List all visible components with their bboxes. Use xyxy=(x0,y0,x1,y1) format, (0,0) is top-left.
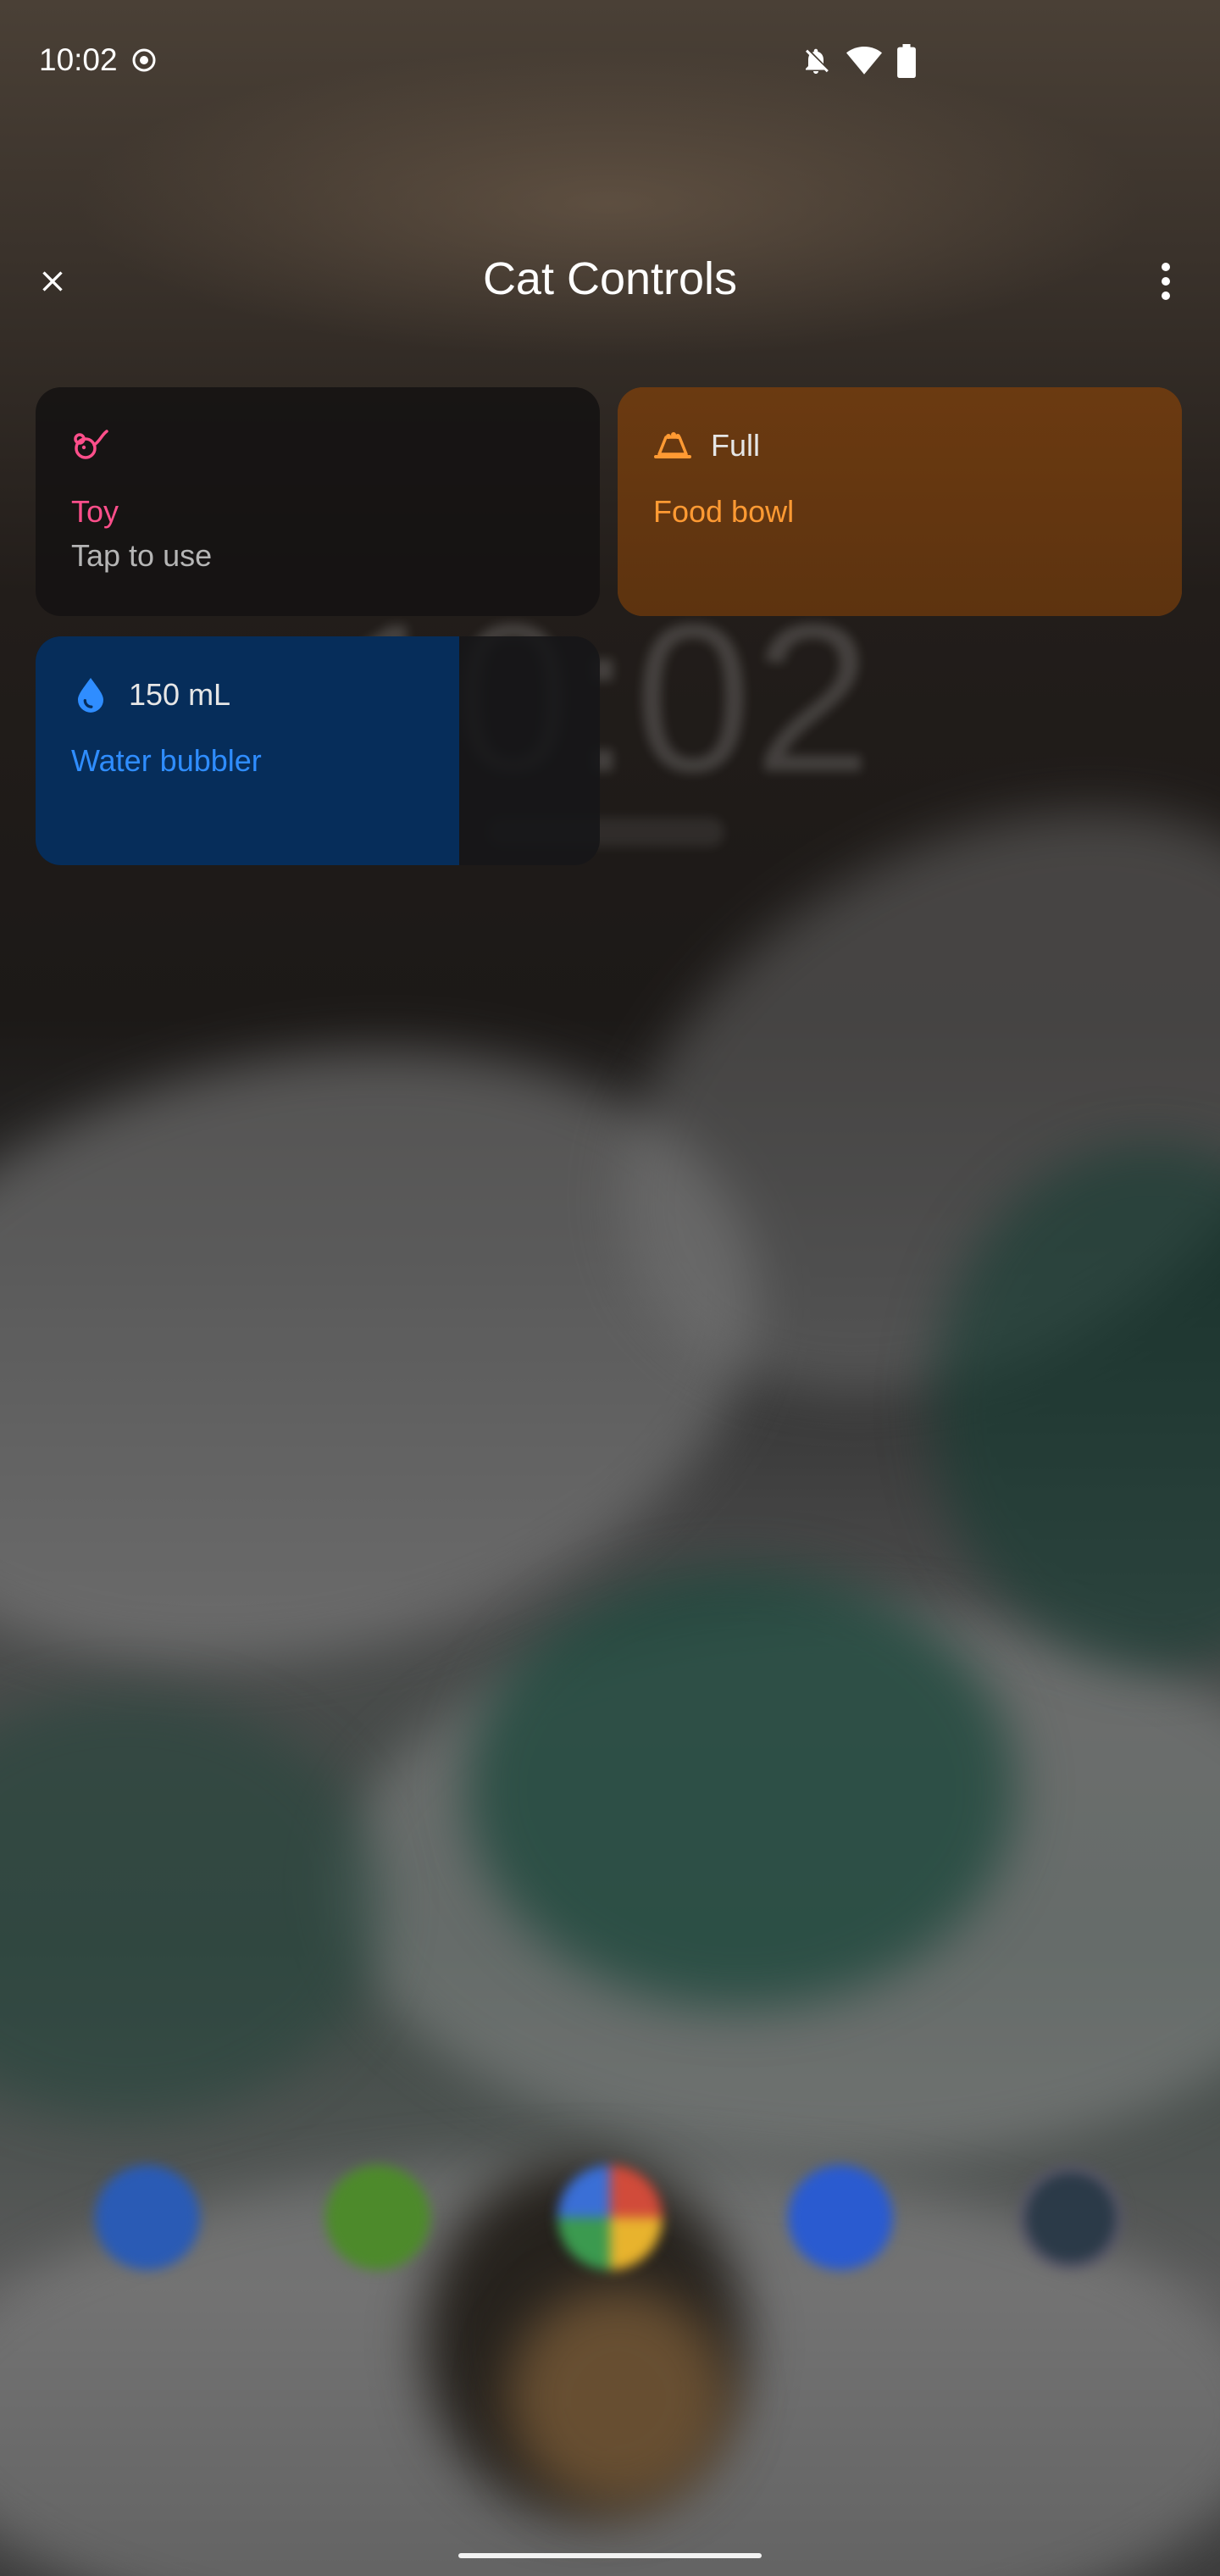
blurred-chrome-icon xyxy=(557,2165,663,2270)
wallpaper-wave xyxy=(508,2288,729,2508)
tile-content: Toy Tap to use xyxy=(71,426,574,574)
wallpaper-background: 10:02 xyxy=(0,0,1220,2576)
more-options-button[interactable] xyxy=(1140,254,1191,308)
page-title: Cat Controls xyxy=(482,253,738,304)
status-bar: 10:02 xyxy=(0,0,1220,119)
wallpaper-wave xyxy=(0,1695,381,2118)
blurred-camera-icon xyxy=(1018,2165,1123,2270)
tile-header xyxy=(71,426,574,465)
blurred-messages-icon xyxy=(788,2165,893,2270)
more-vertical-icon xyxy=(1162,263,1170,300)
battery-icon xyxy=(897,44,916,78)
status-time: 10:02 xyxy=(39,42,118,77)
control-tile-water-bubbler[interactable]: 150 mL Water bubbler xyxy=(36,636,600,865)
tile-subtitle: Tap to use xyxy=(71,538,213,573)
food-bowl-icon xyxy=(653,426,692,465)
tile-header: 150 mL xyxy=(71,675,574,714)
wallpaper-wave xyxy=(466,1568,1017,2008)
tile-title: Food bowl xyxy=(653,494,795,529)
close-button[interactable] xyxy=(25,254,80,308)
status-icons xyxy=(801,42,916,80)
navigation-handle[interactable] xyxy=(458,2553,762,2558)
water-drop-icon xyxy=(71,675,110,714)
tile-status: Full xyxy=(711,428,761,463)
tile-title: Water bubbler xyxy=(71,743,262,778)
toy-mouse-icon xyxy=(71,426,110,465)
tile-content: 150 mL Water bubbler xyxy=(71,675,574,779)
tile-header: Full xyxy=(653,426,1156,465)
blurred-phone-icon xyxy=(95,2165,200,2270)
notifications-off-icon xyxy=(806,48,829,74)
blurred-app-icon xyxy=(325,2165,430,2270)
tile-title: Toy xyxy=(71,494,119,529)
close-icon xyxy=(42,271,63,291)
record-icon xyxy=(132,48,156,72)
tile-content: Full Food bowl xyxy=(653,426,1156,530)
control-tile-toy[interactable]: Toy Tap to use xyxy=(36,387,600,616)
control-tile-food-bowl[interactable]: Full Food bowl xyxy=(618,387,1182,616)
tile-status: 150 mL xyxy=(129,677,231,712)
wifi-icon xyxy=(846,47,882,75)
